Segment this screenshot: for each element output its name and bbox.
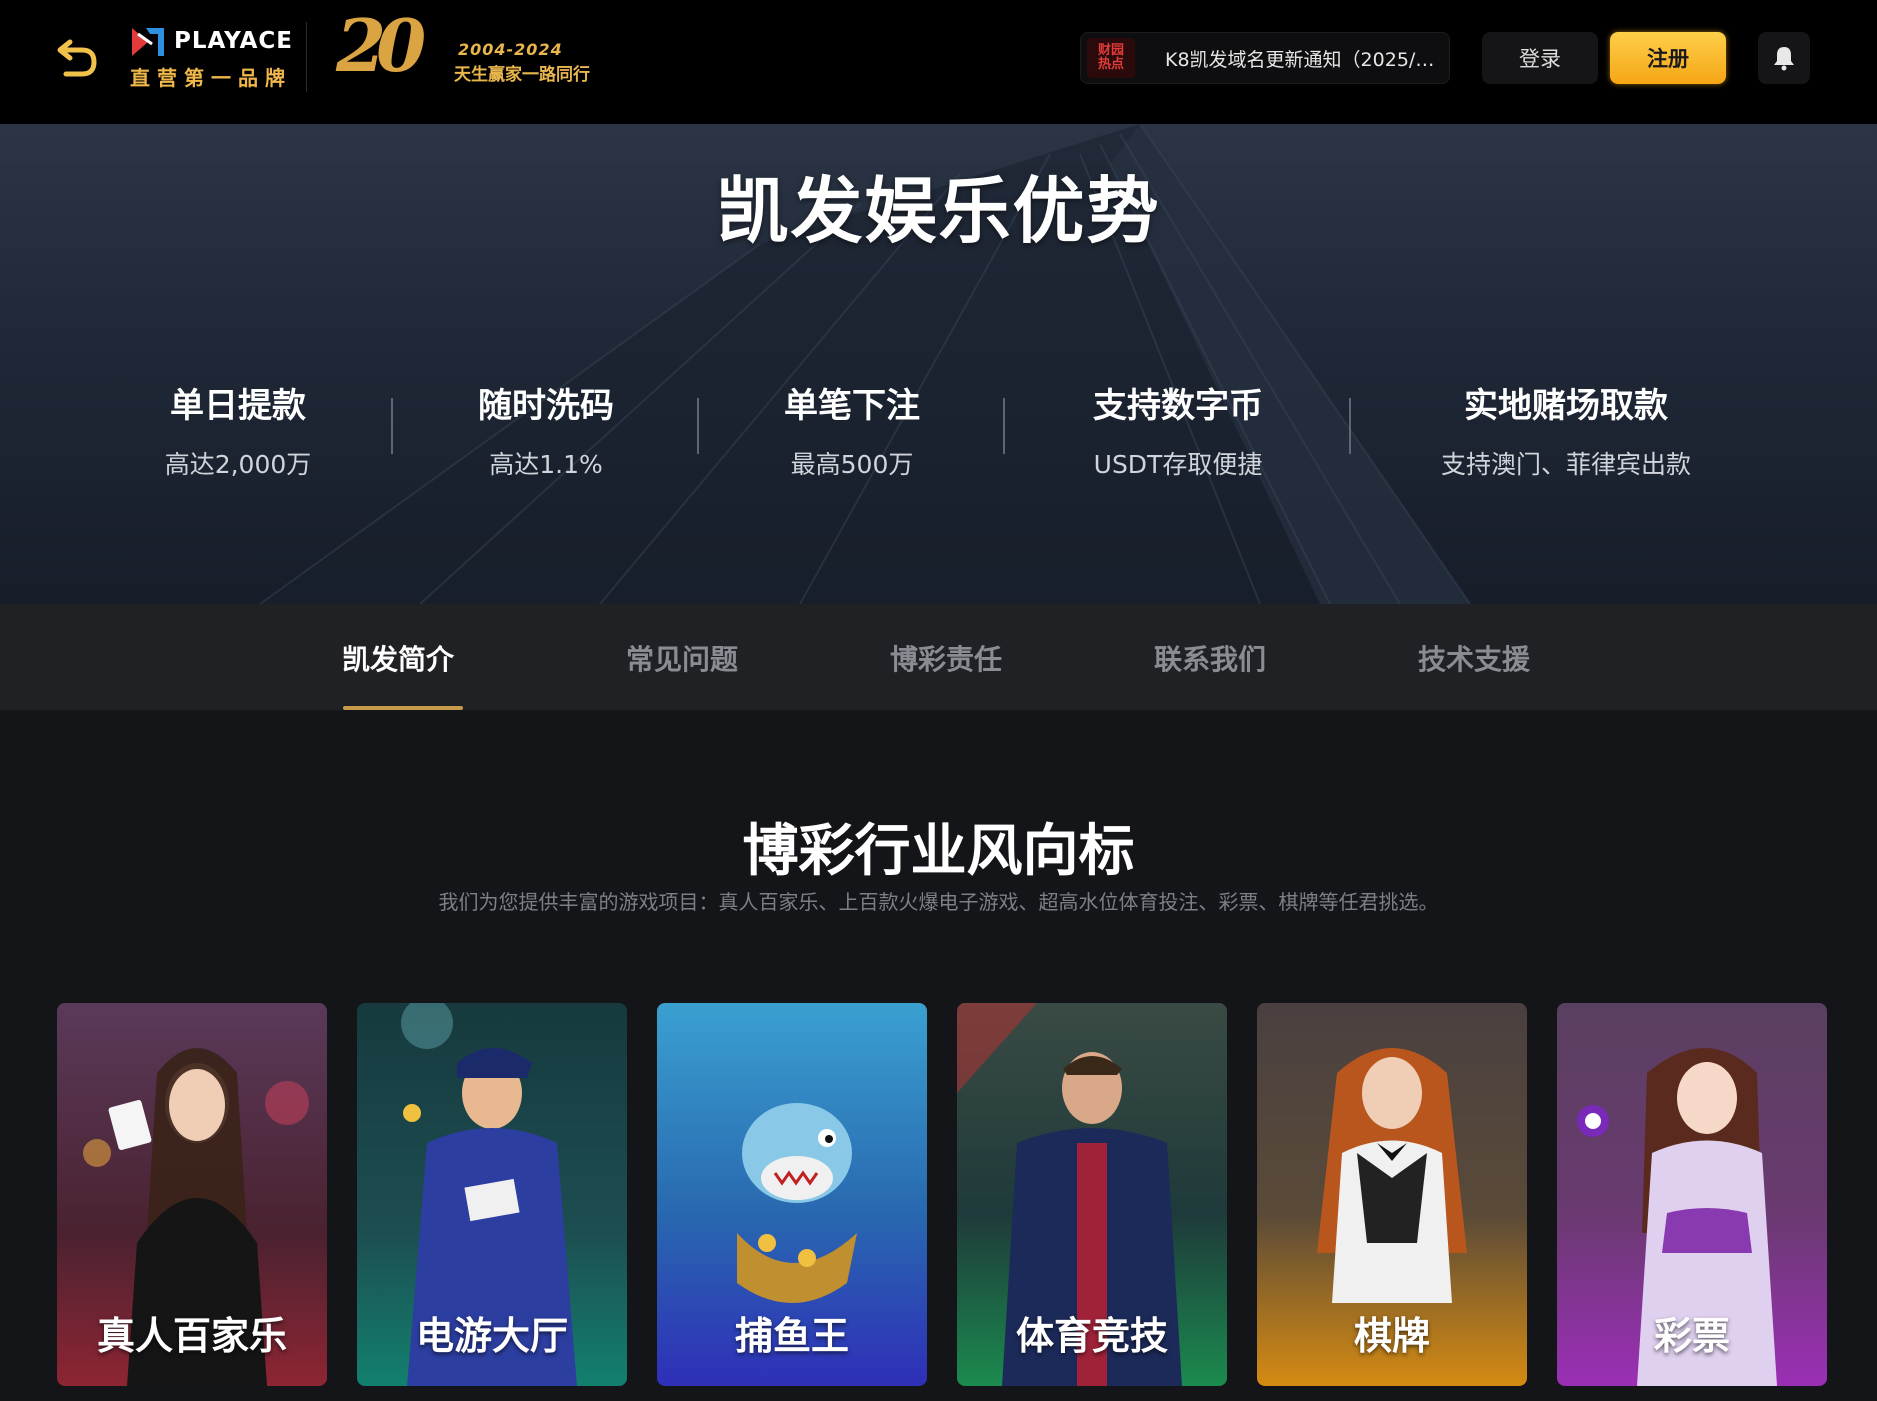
card-lottery[interactable]: 彩票 — [1557, 1003, 1827, 1386]
stat-subtitle: 支持澳门、菲律宾出款 — [1440, 450, 1691, 479]
active-tab-indicator — [343, 706, 463, 710]
card-label: 棋牌 — [1353, 1314, 1430, 1358]
notice-text: K8凯发域名更新通知（2025/0... — [1165, 48, 1435, 71]
notice-badge: 财园 热点 — [1087, 38, 1135, 78]
hero-title: 凯发娱乐优势 — [716, 169, 1161, 253]
anniversary-years: 2004-2024 — [458, 40, 563, 59]
notice-badge-line1: 财园 — [1097, 43, 1124, 59]
stat-subtitle: 高达2,000万 — [164, 450, 312, 479]
card-chess-cards[interactable]: 棋牌 — [1257, 1003, 1527, 1386]
stat-divider — [391, 398, 393, 454]
anniversary-badge: 20 2004-2024 天生赢家一路同行 — [336, 10, 606, 94]
stat-divider — [697, 398, 699, 454]
stat-item: 单笔下注 最高500万 — [752, 378, 952, 481]
brand-name: PLAYACE — [174, 28, 293, 54]
stat-item: 支持数字币 USDT存取便捷 — [1058, 378, 1298, 481]
stat-item: 随时洗码 高达1.1% — [446, 378, 646, 481]
top-header: PLAYACE 直营第一品牌 20 2004-2024 天生赢家一路同行 财园 … — [0, 0, 1877, 124]
bell-icon — [1774, 47, 1794, 71]
card-sports[interactable]: 体育竞技 — [957, 1003, 1227, 1386]
stat-item: 单日提款 高达2,000万 — [138, 378, 338, 481]
header-divider — [306, 22, 307, 92]
section-description: 我们为您提供丰富的游戏项目：真人百家乐、上百款火爆电子游戏、超高水位体育投注、彩… — [438, 890, 1439, 914]
tab-faq[interactable]: 常见问题 — [626, 638, 738, 678]
tab-tech-support[interactable]: 技术支援 — [1418, 638, 1530, 678]
anniversary-slogan: 天生赢家一路同行 — [454, 65, 590, 85]
section-title: 博彩行业风向标 — [742, 819, 1135, 884]
login-button[interactable]: 登录 — [1482, 32, 1598, 84]
card-label: 捕鱼王 — [734, 1314, 849, 1358]
tab-about[interactable]: 凯发简介 — [342, 638, 454, 678]
stat-divider — [1003, 398, 1005, 454]
info-tabs: 凯发简介 常见问题 博彩责任 联系我们 技术支援 — [0, 604, 1877, 710]
brand-logo[interactable]: PLAYACE 直营第一品牌 — [128, 22, 292, 90]
stat-subtitle: USDT存取便捷 — [1093, 450, 1263, 479]
notice-ticker[interactable]: 财园 热点 K8凯发域名更新通知（2025/0... — [1080, 32, 1450, 84]
brand-mark-icon — [132, 28, 164, 56]
card-label: 电游大厅 — [415, 1314, 568, 1358]
back-button[interactable] — [52, 38, 102, 82]
tab-responsible-gaming[interactable]: 博彩责任 — [890, 638, 1002, 678]
game-category-cards: 真人百家乐 电游大厅 捕鱼王 体育竞技 棋牌 彩票 — [0, 1003, 1877, 1386]
card-live-baccarat[interactable]: 真人百家乐 — [57, 1003, 327, 1386]
card-label: 体育竞技 — [1015, 1314, 1168, 1358]
stat-title: 支持数字币 — [1093, 386, 1263, 426]
card-label: 彩票 — [1653, 1314, 1730, 1358]
advantage-stats: 单日提款 高达2,000万 随时洗码 高达1.1% 单笔下注 最高500万 支持… — [0, 378, 1877, 498]
brand-tagline: 直营第一品牌 — [130, 66, 292, 90]
stat-title: 单日提款 — [170, 386, 306, 426]
register-button[interactable]: 注册 — [1610, 32, 1726, 84]
stat-subtitle: 高达1.1% — [489, 450, 603, 479]
card-label: 真人百家乐 — [96, 1314, 287, 1358]
stat-title: 实地赌场取款 — [1464, 386, 1668, 426]
stat-item: 实地赌场取款 支持澳门、菲律宾出款 — [1416, 378, 1716, 481]
card-fishing-king[interactable]: 捕鱼王 — [657, 1003, 927, 1386]
anniversary-number: 20 — [336, 3, 426, 88]
hero-banner: 凯发娱乐优势 单日提款 高达2,000万 随时洗码 高达1.1% 单笔下注 最高… — [0, 124, 1877, 604]
notice-badge-line2: 热点 — [1097, 57, 1124, 72]
back-arrow-icon — [57, 39, 97, 77]
card-slots-hall[interactable]: 电游大厅 — [357, 1003, 627, 1386]
stat-divider — [1349, 398, 1351, 454]
stat-subtitle: 最高500万 — [790, 450, 914, 479]
notifications-button[interactable] — [1758, 32, 1810, 84]
tab-contact-us[interactable]: 联系我们 — [1154, 638, 1266, 678]
stat-title: 随时洗码 — [478, 386, 614, 426]
stat-title: 单笔下注 — [784, 386, 920, 426]
